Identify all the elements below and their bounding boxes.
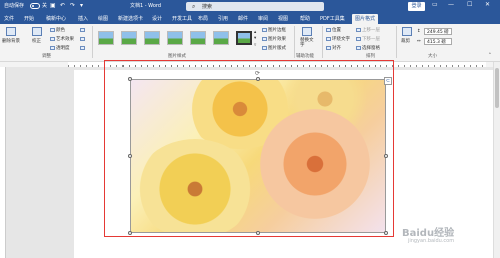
undo-icon[interactable]: ↶: [60, 2, 65, 9]
tab-references[interactable]: 引用: [218, 15, 228, 22]
tab-mailings[interactable]: 邮件: [238, 15, 248, 22]
picture-effects-button[interactable]: 图片效果: [262, 36, 286, 42]
tab-developer[interactable]: 开发工具: [172, 15, 192, 22]
tab-help[interactable]: 帮助: [300, 15, 310, 22]
reset-picture-icon[interactable]: [80, 46, 86, 52]
maximize-icon[interactable]: ☐: [467, 1, 472, 8]
picture-styles-group-label: 图片样式: [168, 54, 186, 59]
height-icon: ↕: [417, 29, 421, 34]
corrections-icon[interactable]: [32, 27, 42, 36]
customize-qat-icon[interactable]: ▾: [80, 2, 83, 9]
ribbon-tabs: 文件 开始 稿新中心 插入 绘图 新建选项卡 设计 开发工具 布局 引用 邮件 …: [0, 13, 500, 24]
save-icon[interactable]: ▣: [50, 2, 56, 9]
position-icon: [326, 27, 331, 32]
width-icon: ↔: [417, 39, 421, 44]
alt-text-icon[interactable]: [302, 27, 312, 36]
baidu-watermark: Baidu经验 jingyan.baidu.com: [402, 228, 455, 244]
remove-background-icon[interactable]: [6, 27, 16, 36]
position-button[interactable]: 位置: [326, 27, 341, 33]
picture-border-button[interactable]: 图片边框: [262, 27, 286, 33]
selection-pane-button[interactable]: 选择窗格: [356, 45, 380, 51]
transparency-button[interactable]: 透明度: [50, 45, 70, 51]
vertical-scrollbar[interactable]: [493, 62, 500, 258]
height-input[interactable]: 249.45 磅: [424, 28, 452, 35]
selection-pane-icon: [356, 45, 361, 50]
scrollbar-thumb[interactable]: [495, 68, 499, 108]
tab-pdf-tools[interactable]: PDF工具集: [320, 15, 345, 22]
color-button[interactable]: 颜色: [50, 27, 65, 33]
picture-style-5[interactable]: [190, 31, 206, 45]
group-divider: [92, 26, 93, 58]
artistic-effects-icon: [50, 36, 55, 41]
color-icon: [50, 27, 55, 32]
group-divider: [322, 26, 323, 58]
bring-forward-icon: [356, 27, 361, 32]
tab-home[interactable]: 开始: [24, 15, 34, 22]
document-title: 文档1 - Word: [130, 3, 162, 9]
styles-more-icon[interactable]: ▿: [254, 43, 256, 48]
autosave-state: 关: [42, 3, 48, 9]
crop-icon[interactable]: [402, 27, 412, 36]
close-icon[interactable]: ✕: [485, 1, 490, 8]
transparency-icon: [50, 45, 55, 50]
corrections-button[interactable]: 校正: [32, 38, 41, 44]
picture-style-1[interactable]: [98, 31, 114, 45]
width-input[interactable]: 415.3 磅: [424, 38, 452, 45]
search-placeholder: 搜索: [202, 4, 213, 10]
tab-design[interactable]: 设计: [152, 15, 162, 22]
adjust-group-label: 调整: [42, 54, 51, 59]
wrap-text-icon: [326, 36, 331, 41]
picture-style-2[interactable]: [121, 31, 137, 45]
tab-review[interactable]: 审阅: [258, 15, 268, 22]
tab-picture-format[interactable]: 图片格式: [352, 14, 379, 24]
accessibility-group-label: 辅助功能: [296, 54, 314, 59]
send-backward-icon: [356, 36, 361, 41]
tab-insert[interactable]: 插入: [78, 15, 88, 22]
send-backward-button[interactable]: 下移一层: [356, 36, 380, 42]
tab-view[interactable]: 视图: [278, 15, 288, 22]
tab-draw[interactable]: 绘图: [98, 15, 108, 22]
autosave-label: 自动保存: [4, 3, 25, 9]
picture-border-icon: [262, 27, 267, 32]
title-bar: 自动保存 关 ▣ ↶ ↷ ▾ 文档1 - Word ⌕ 搜索 登录 ▭ — ☐ …: [0, 0, 500, 13]
collapse-ribbon-icon[interactable]: ⌃: [488, 53, 492, 58]
bring-forward-button[interactable]: 上移一层: [356, 27, 380, 33]
search-icon: ⌕: [192, 3, 196, 10]
group-divider: [294, 26, 295, 58]
redo-icon[interactable]: ↷: [70, 2, 75, 9]
tab-new-tab[interactable]: 新建选项卡: [118, 15, 143, 22]
tab-layout[interactable]: 布局: [198, 15, 208, 22]
size-group-label: 大小: [428, 54, 437, 59]
ribbon: 删除背景 校正 颜色 艺术效果 透明度 调整 ▴ ▾ ▿ 图片样式 图片边框 图…: [0, 24, 500, 62]
arrange-group-label: 排列: [366, 54, 375, 59]
ribbon-display-icon[interactable]: ▭: [432, 1, 438, 8]
minimize-icon[interactable]: —: [448, 1, 454, 8]
align-icon: [326, 45, 331, 50]
picture-style-3[interactable]: [144, 31, 160, 45]
picture-effects-icon: [262, 36, 267, 41]
search-box[interactable]: ⌕ 搜索: [186, 2, 324, 11]
styles-scroll-up-icon[interactable]: ▴: [254, 30, 256, 35]
change-picture-icon[interactable]: [80, 37, 86, 43]
autosave-toggle[interactable]: [30, 3, 40, 9]
remove-background-button[interactable]: 删除背景: [2, 38, 20, 44]
crop-button[interactable]: 裁剪: [401, 38, 410, 44]
picture-style-4[interactable]: [167, 31, 183, 45]
align-button[interactable]: 对齐: [326, 45, 341, 51]
login-button[interactable]: 登录: [408, 2, 425, 11]
alt-text-button[interactable]: 替换文字: [300, 38, 314, 48]
tab-draft-center[interactable]: 稿新中心: [46, 15, 66, 22]
compress-pictures-icon[interactable]: [80, 28, 86, 34]
picture-layout-icon: [262, 45, 267, 50]
highlight-annotation-box: [104, 60, 394, 237]
tab-file[interactable]: 文件: [4, 15, 14, 22]
styles-scroll-down-icon[interactable]: ▾: [254, 36, 256, 41]
picture-style-6[interactable]: [213, 31, 229, 45]
wrap-text-button[interactable]: 环绕文字: [326, 36, 350, 42]
picture-layout-button[interactable]: 图片版式: [262, 45, 286, 51]
artistic-effects-button[interactable]: 艺术效果: [50, 36, 74, 42]
group-divider: [396, 26, 397, 58]
picture-style-7[interactable]: [236, 31, 252, 45]
